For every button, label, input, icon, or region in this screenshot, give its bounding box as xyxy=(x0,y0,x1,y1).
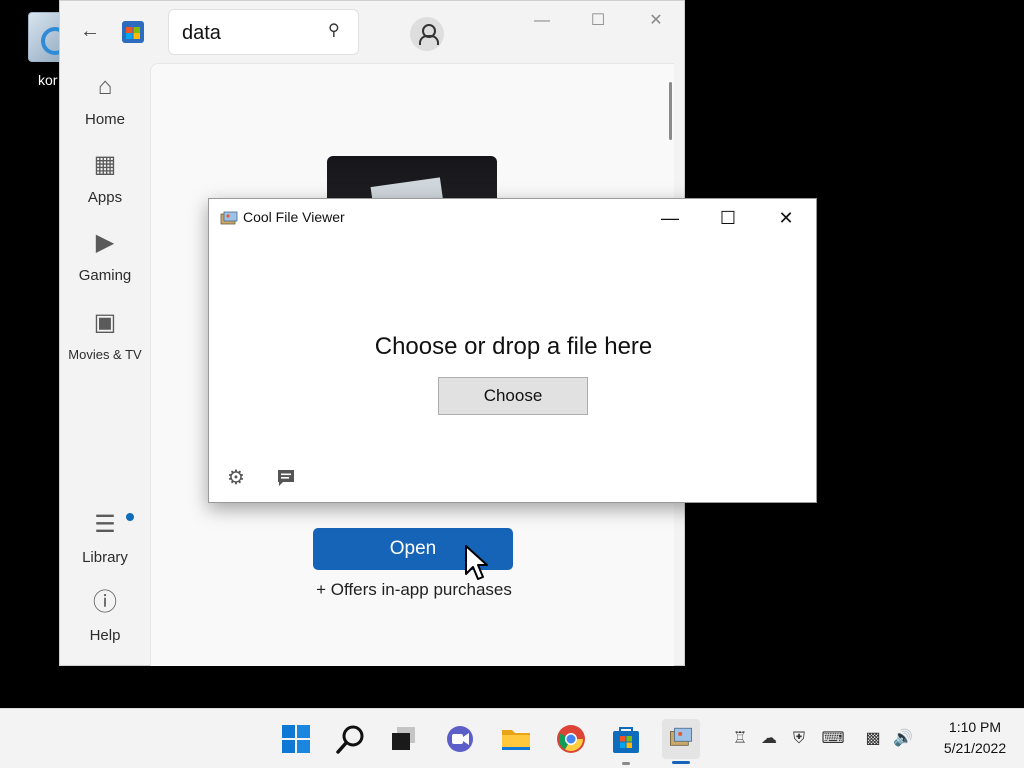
account-avatar-icon[interactable] xyxy=(410,17,444,51)
minimize-button[interactable]: — xyxy=(647,203,693,233)
maximize-button[interactable]: ☐ xyxy=(705,203,751,233)
volume-icon[interactable]: 🔊 xyxy=(891,727,915,751)
start-icon[interactable] xyxy=(280,723,312,755)
search-input[interactable] xyxy=(182,19,322,47)
nav-item-home[interactable]: ⌂ Home xyxy=(60,73,150,143)
home-icon: ⌂ xyxy=(97,73,113,100)
task-view-icon[interactable] xyxy=(388,723,420,755)
clapperboard-icon: ▣ xyxy=(93,309,117,336)
search-icon[interactable] xyxy=(335,723,367,755)
mouse-cursor-icon xyxy=(465,545,488,580)
nav-label: Library xyxy=(82,549,128,566)
store-logo-icon xyxy=(122,21,144,43)
nav-item-movies-tv[interactable]: ▣ Movies & TV xyxy=(60,309,150,379)
taskbar: ♖ ☁ ⛨ ⌨ ▩ 🔊 1:10 PM 5/21/2022 xyxy=(0,708,1024,768)
store-icon xyxy=(613,727,639,753)
nav-label: Help xyxy=(89,627,121,644)
desktop-icon-label: kor xyxy=(38,72,58,88)
back-arrow-icon[interactable]: ← xyxy=(78,19,102,43)
cool-file-viewer-app-icon xyxy=(220,211,238,225)
choose-button[interactable]: Choose xyxy=(438,377,588,415)
network-icon[interactable]: ▩ xyxy=(861,727,885,751)
onedrive-icon[interactable]: ☁ xyxy=(757,727,781,751)
nav-item-gaming[interactable]: ▶ Gaming xyxy=(60,229,150,299)
nav-label: Movies & TV xyxy=(68,347,142,362)
drop-prompt: Choose or drop a file here xyxy=(374,333,653,360)
help-icon: ⓘ xyxy=(93,589,117,616)
running-indicator xyxy=(622,762,630,765)
file-explorer-icon[interactable] xyxy=(500,723,532,755)
maximize-button[interactable]: ☐ xyxy=(578,7,618,35)
nav-item-help[interactable]: ⓘ Help xyxy=(60,589,150,659)
nav-label: Home xyxy=(84,111,125,128)
nav-label: Gaming xyxy=(78,267,132,284)
clock-date[interactable]: 5/21/2022 xyxy=(930,740,1020,756)
teams-icon[interactable]: ♖ xyxy=(728,727,752,751)
desktop: kor ← ⚲ — ☐ ✕ ⌂ Home ▦ Apps ▶ Gaming xyxy=(0,0,1024,708)
gamepad-icon: ▶ xyxy=(95,229,115,256)
security-icon[interactable]: ⛨ xyxy=(787,727,811,751)
minimize-button[interactable]: — xyxy=(522,7,562,35)
close-button[interactable]: ✕ xyxy=(636,7,676,35)
cool-file-viewer-window: Cool File Viewer — ☐ ✕ Choose or drop a … xyxy=(208,198,817,503)
gear-icon[interactable]: ⚙ xyxy=(225,467,247,489)
scrollbar[interactable] xyxy=(669,82,672,140)
clock-time[interactable]: 1:10 PM xyxy=(930,719,1020,735)
keyboard-icon[interactable]: ⌨ xyxy=(821,727,845,751)
store-title-bar: ← ⚲ — ☐ ✕ xyxy=(60,1,684,63)
nav-item-library[interactable]: ☰ Library xyxy=(60,511,150,581)
nav-label: Apps xyxy=(87,189,123,206)
chrome-icon[interactable] xyxy=(555,723,587,755)
store-taskbar-button[interactable] xyxy=(610,723,642,765)
search-box[interactable]: ⚲ xyxy=(168,9,359,55)
feedback-message-icon[interactable] xyxy=(275,467,297,489)
cool-file-viewer-icon xyxy=(670,727,692,746)
search-icon[interactable]: ⚲ xyxy=(328,22,346,40)
library-icon: ☰ xyxy=(94,511,116,538)
cool-file-viewer-taskbar-button[interactable] xyxy=(662,719,700,764)
notification-dot xyxy=(126,513,134,521)
active-indicator xyxy=(672,761,690,764)
nav-item-apps[interactable]: ▦ Apps xyxy=(60,151,150,221)
in-app-purchases-note: + Offers in-app purchases xyxy=(316,580,512,599)
apps-icon: ▦ xyxy=(93,151,117,178)
close-button[interactable]: ✕ xyxy=(763,203,809,233)
chat-icon[interactable] xyxy=(444,723,476,755)
window-title: Cool File Viewer xyxy=(243,209,345,225)
